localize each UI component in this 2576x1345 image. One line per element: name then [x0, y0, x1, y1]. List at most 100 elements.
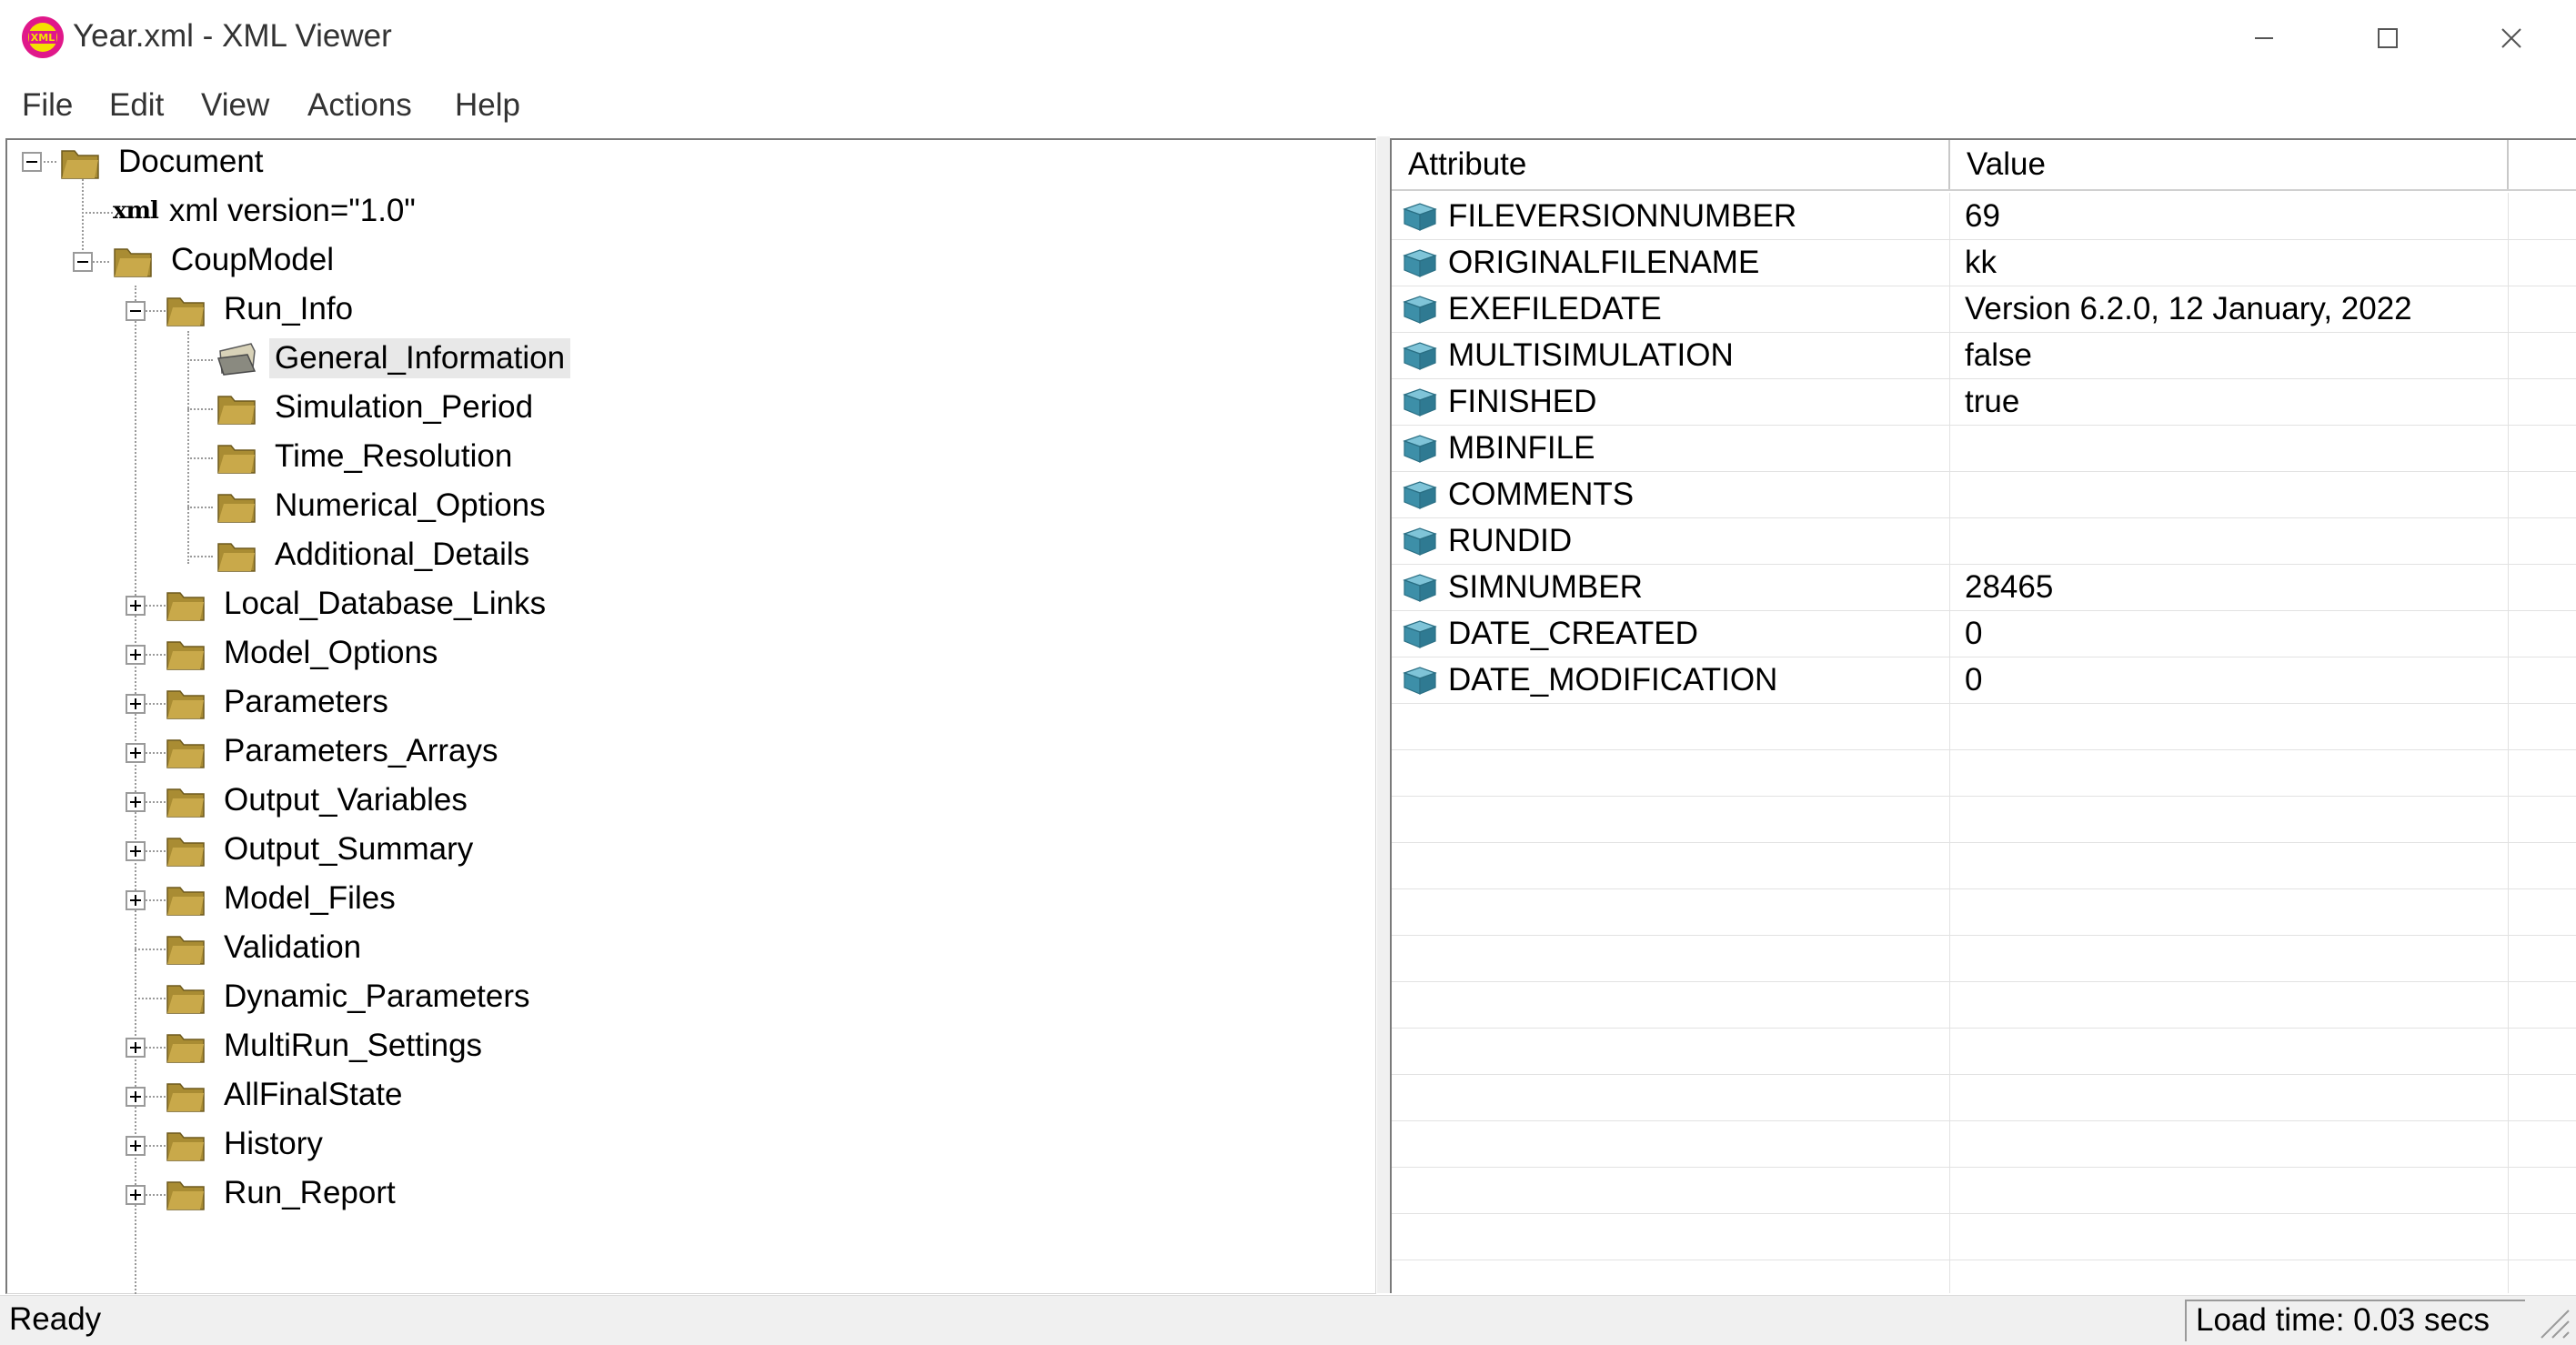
- value-cell[interactable]: [1950, 471, 2509, 517]
- attribute-cell: [1392, 981, 1950, 1028]
- tree-node-xml-declaration[interactable]: xml xml version="1.0": [113, 187, 421, 235]
- tree-node-coupmodel[interactable]: CoupModel: [113, 236, 339, 284]
- attribute-cell: [1392, 1167, 1950, 1213]
- grid-row[interactable]: COMMENTS: [1392, 471, 2576, 518]
- grid-row[interactable]: ORIGINALFILENAME kk: [1392, 239, 2576, 286]
- tree-connector: [82, 212, 113, 214]
- close-button[interactable]: [2452, 9, 2571, 67]
- tree-node-document[interactable]: Document: [60, 138, 269, 186]
- folder-icon: [217, 445, 256, 474]
- grid-row[interactable]: EXEFILEDATE Version 6.2.0, 12 January, 20…: [1392, 286, 2576, 333]
- expand-toggle[interactable]: [126, 596, 146, 616]
- menu-edit[interactable]: Edit: [109, 87, 164, 124]
- tree-node-history[interactable]: History: [166, 1120, 328, 1168]
- expand-toggle[interactable]: [126, 890, 146, 910]
- expand-toggle[interactable]: [126, 694, 146, 714]
- attribute-grid[interactable]: Attribute Value FILEVERSIONNUMBER 69 ORIGI…: [1390, 138, 2576, 1293]
- attribute-cell: ORIGINALFILENAME: [1392, 239, 1950, 286]
- tree-node-multirun-settings[interactable]: MultiRun_Settings: [166, 1022, 488, 1069]
- folder-icon: [217, 494, 256, 523]
- value-cell[interactable]: [1950, 517, 2509, 564]
- expand-toggle[interactable]: [126, 1136, 146, 1156]
- value-cell[interactable]: 28465: [1950, 564, 2509, 610]
- menu-view[interactable]: View: [201, 87, 269, 124]
- grid-row[interactable]: MBINFILE: [1392, 425, 2576, 472]
- tree-node-additional-details[interactable]: Additional_Details: [216, 531, 535, 578]
- attribute-icon: [1403, 527, 1437, 556]
- tree-connector: [146, 752, 166, 754]
- grid-row[interactable]: FILEVERSIONNUMBER 69: [1392, 193, 2576, 240]
- minimize-button[interactable]: [2205, 9, 2323, 67]
- grid-row[interactable]: DATE_MODIFICATION 0: [1392, 657, 2576, 704]
- tree-node-local-database-links[interactable]: Local_Database_Links: [166, 580, 551, 627]
- collapse-toggle[interactable]: [73, 252, 93, 272]
- grid-row-empty: [1392, 703, 2576, 750]
- expand-toggle[interactable]: [126, 1087, 146, 1107]
- folder-icon: [166, 1034, 205, 1063]
- grid-row[interactable]: RUNDID: [1392, 517, 2576, 565]
- tree-connector: [135, 286, 136, 1340]
- tree-connector: [146, 310, 166, 312]
- value-cell[interactable]: 0: [1950, 657, 2509, 703]
- pane-splitter[interactable]: [1377, 136, 1390, 1293]
- value-cell: [1950, 703, 2509, 749]
- tree-node-time-resolution[interactable]: Time_Resolution: [216, 433, 518, 480]
- attribute-cell: [1392, 796, 1950, 842]
- column-header-attribute[interactable]: Attribute: [1392, 140, 1950, 189]
- attribute-icon: [1403, 434, 1437, 463]
- value-cell[interactable]: true: [1950, 378, 2509, 425]
- expand-toggle[interactable]: [126, 1038, 146, 1058]
- folder-icon: [114, 248, 152, 277]
- tree-node-model-options[interactable]: Model_Options: [166, 629, 443, 677]
- expand-toggle[interactable]: [126, 743, 146, 763]
- value-cell[interactable]: 69: [1950, 193, 2509, 239]
- resize-grip-icon[interactable]: [2534, 1303, 2571, 1340]
- collapse-toggle[interactable]: [22, 152, 42, 172]
- tree-node-general-information[interactable]: General_Information: [216, 335, 571, 382]
- tree-node-validation[interactable]: Validation: [166, 924, 367, 971]
- value-cell: [1950, 935, 2509, 981]
- tree-node-run-info[interactable]: Run_Info: [166, 286, 358, 333]
- tree-node-output-summary[interactable]: Output_Summary: [166, 826, 478, 873]
- expand-toggle[interactable]: [126, 645, 146, 665]
- menu-actions[interactable]: Actions: [307, 87, 412, 124]
- document-tree[interactable]: Document xml xml version="1.0" CoupModel…: [5, 138, 1376, 1340]
- value-cell[interactable]: kk: [1950, 239, 2509, 286]
- grid-row[interactable]: FINISHED true: [1392, 378, 2576, 426]
- tree-node-parameters-arrays[interactable]: Parameters_Arrays: [166, 728, 503, 775]
- collapse-toggle[interactable]: [126, 301, 146, 321]
- grid-row-empty: [1392, 1213, 2576, 1260]
- value-cell[interactable]: [1950, 425, 2509, 471]
- column-header-value[interactable]: Value: [1950, 140, 2509, 189]
- tree-node-simulation-period[interactable]: Simulation_Period: [216, 384, 538, 431]
- tree-connector: [135, 998, 166, 999]
- tree-node-allfinalstate[interactable]: AllFinalState: [166, 1071, 408, 1119]
- maximize-button[interactable]: [2329, 9, 2447, 67]
- expand-toggle[interactable]: [126, 1185, 146, 1205]
- grid-row-empty: [1392, 749, 2576, 797]
- grid-row[interactable]: SIMNUMBER 28465: [1392, 564, 2576, 611]
- expand-toggle[interactable]: [126, 841, 146, 861]
- value-cell[interactable]: false: [1950, 332, 2509, 378]
- tree-node-output-variables[interactable]: Output_Variables: [166, 777, 473, 824]
- grid-row[interactable]: MULTISIMULATION false: [1392, 332, 2576, 379]
- expand-toggle[interactable]: [126, 792, 146, 812]
- attribute-name: FILEVERSIONNUMBER: [1448, 197, 1797, 234]
- tree-node-model-files[interactable]: Model_Files: [166, 875, 401, 922]
- attribute-name: EXEFILEDATE: [1448, 290, 1662, 326]
- tree-node-parameters[interactable]: Parameters: [166, 678, 394, 726]
- attribute-icon: [1403, 480, 1437, 509]
- menu-file[interactable]: File: [22, 87, 73, 124]
- grid-row-empty: [1392, 981, 2576, 1029]
- tree-node-dynamic-parameters[interactable]: Dynamic_Parameters: [166, 973, 536, 1020]
- tree-node-numerical-options[interactable]: Numerical_Options: [216, 482, 551, 529]
- grid-row[interactable]: DATE_CREATED 0: [1392, 610, 2576, 657]
- value-cell: [1950, 842, 2509, 888]
- value-cell[interactable]: 0: [1950, 610, 2509, 657]
- attribute-cell: [1392, 842, 1950, 888]
- attribute-value: kk: [1965, 244, 1997, 280]
- menu-help[interactable]: Help: [455, 87, 520, 124]
- value-cell[interactable]: Version 6.2.0, 12 January, 2022: [1950, 286, 2509, 332]
- tree-node-run-report[interactable]: Run_Report: [166, 1169, 401, 1217]
- tree-node-label: Run_Info: [224, 291, 354, 326]
